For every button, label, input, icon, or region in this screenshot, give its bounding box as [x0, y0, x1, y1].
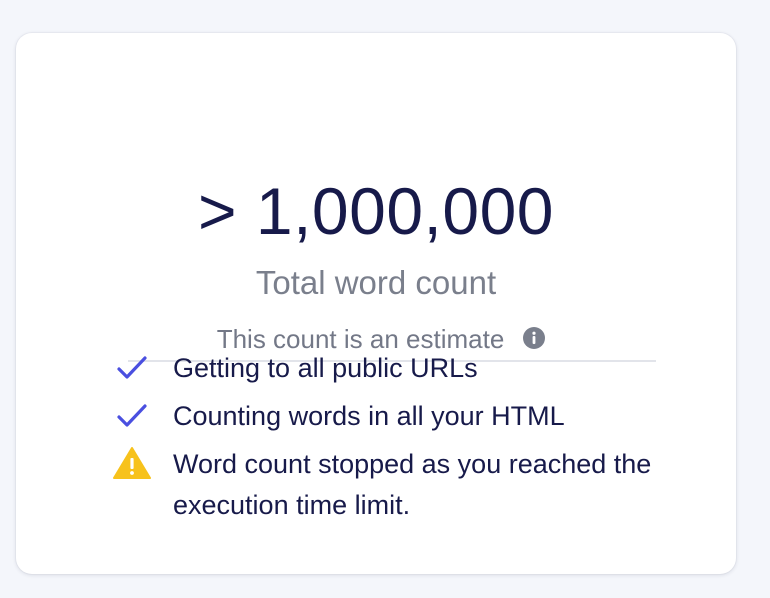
status-text: Word count stopped as you reached the ex…	[173, 449, 652, 520]
info-icon[interactable]	[523, 326, 546, 349]
check-icon	[112, 396, 152, 436]
status-text: Getting to all public URLs	[173, 353, 478, 383]
total-word-count-value: > 1,000,000	[198, 174, 554, 248]
total-word-count-label: Total word count	[255, 264, 497, 301]
check-icon	[112, 348, 152, 388]
status-text: Counting words in all your HTML	[173, 401, 565, 431]
warning-icon	[112, 444, 152, 484]
